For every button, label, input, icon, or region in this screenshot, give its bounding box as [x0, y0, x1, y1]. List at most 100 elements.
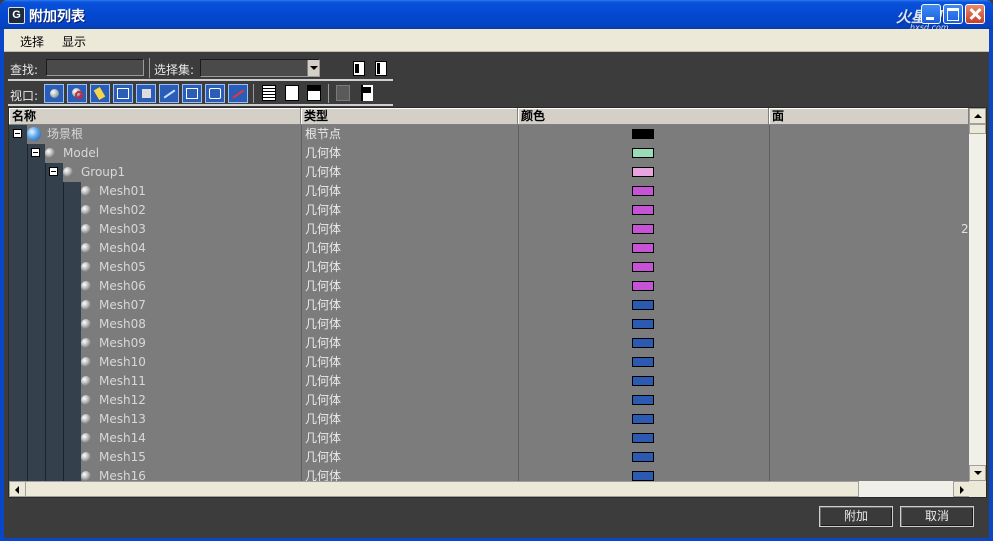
color-swatch[interactable]: [632, 148, 654, 158]
color-swatch[interactable]: [632, 357, 654, 367]
color-swatch[interactable]: [632, 129, 654, 139]
select-all-icon[interactable]: [353, 61, 365, 76]
table-row[interactable]: Group1 几何体: [9, 163, 969, 182]
table-row[interactable]: Mesh04 几何体: [9, 239, 969, 258]
close-button[interactable]: [965, 4, 985, 24]
color-swatch[interactable]: [632, 281, 654, 291]
group-icon[interactable]: [182, 84, 202, 103]
table-row[interactable]: Mesh15 几何体: [9, 448, 969, 467]
color-swatch[interactable]: [632, 262, 654, 272]
color-swatch[interactable]: [632, 186, 654, 196]
scroll-thumb-horizontal[interactable]: [25, 481, 859, 497]
selection-set-dropdown[interactable]: [200, 59, 320, 77]
color-swatch[interactable]: [632, 338, 654, 348]
object-list[interactable]: 名称 类型 颜色 面 场景根 根节点 Model 几何体 Group1 几何体 Mesh01…: [8, 107, 987, 498]
row-name: Model: [63, 146, 100, 160]
tree-guide: [63, 334, 64, 353]
light-icon[interactable]: [90, 84, 110, 103]
table-row[interactable]: Mesh03 几何体 2: [9, 220, 969, 239]
select-none-icon[interactable]: [375, 61, 387, 76]
color-swatch[interactable]: [632, 224, 654, 234]
tree-guide: [27, 448, 28, 467]
color-swatch[interactable]: [632, 471, 654, 481]
color-swatch[interactable]: [632, 395, 654, 405]
color-swatch[interactable]: [632, 376, 654, 386]
row-type: 几何体: [305, 298, 342, 312]
node-icon: [81, 243, 91, 253]
chevron-down-icon[interactable]: [307, 60, 319, 76]
horizontal-scrollbar[interactable]: [9, 481, 970, 497]
shape-icon[interactable]: [67, 84, 87, 103]
tree-guide: [27, 144, 28, 163]
node-icon: [81, 300, 91, 310]
list-none-icon[interactable]: [285, 85, 299, 101]
color-swatch[interactable]: [632, 452, 654, 462]
toolbar-divider: [8, 79, 393, 81]
table-row[interactable]: Mesh14 几何体: [9, 429, 969, 448]
tree-guide: [45, 429, 46, 448]
maximize-button[interactable]: [943, 4, 963, 24]
tree-guide: [63, 315, 64, 334]
geometry-icon[interactable]: [44, 84, 64, 103]
row-name: Mesh13: [99, 412, 146, 426]
display-subtree-icon[interactable]: [336, 85, 350, 101]
scroll-left-icon[interactable]: [9, 481, 26, 497]
column-header-color[interactable]: 颜色: [518, 108, 769, 125]
bone-icon[interactable]: [228, 84, 248, 103]
color-swatch[interactable]: [632, 319, 654, 329]
toolbar-separator: [253, 84, 254, 103]
attach-button[interactable]: 附加: [819, 506, 893, 527]
scroll-right-icon[interactable]: [953, 481, 970, 497]
vertical-scrollbar[interactable]: [969, 108, 986, 481]
spacewarp-icon[interactable]: [159, 84, 179, 103]
xref-icon[interactable]: [205, 84, 225, 103]
tree-guide: [63, 410, 64, 429]
table-row[interactable]: Mesh05 几何体: [9, 258, 969, 277]
table-row[interactable]: Mesh08 几何体: [9, 315, 969, 334]
tree-guide: [63, 277, 64, 296]
table-row[interactable]: Mesh02 几何体: [9, 201, 969, 220]
table-row[interactable]: Mesh12 几何体: [9, 391, 969, 410]
menu-display[interactable]: 显示: [62, 33, 86, 50]
scroll-up-icon[interactable]: [969, 108, 986, 124]
table-row[interactable]: Mesh09 几何体: [9, 334, 969, 353]
column-header-faces[interactable]: 面: [769, 108, 969, 125]
table-row[interactable]: Model 几何体: [9, 144, 969, 163]
column-header-name[interactable]: 名称: [9, 108, 301, 125]
camera-icon[interactable]: [113, 84, 133, 103]
list-all-icon[interactable]: [262, 85, 276, 101]
title-bar[interactable]: G 附加列表 火星网 hxsd.com: [0, 0, 993, 32]
helper-icon[interactable]: [136, 84, 156, 103]
column-header-type[interactable]: 类型: [301, 108, 518, 125]
table-row[interactable]: Mesh11 几何体: [9, 372, 969, 391]
find-input[interactable]: [46, 59, 144, 76]
collapse-icon[interactable]: [49, 167, 58, 176]
list-invert-icon[interactable]: [307, 85, 321, 101]
collapse-icon[interactable]: [13, 129, 22, 138]
color-swatch[interactable]: [632, 205, 654, 215]
node-icon: [81, 262, 91, 272]
color-swatch[interactable]: [632, 414, 654, 424]
column-divider: [518, 125, 519, 485]
scroll-down-icon[interactable]: [969, 465, 986, 481]
menu-select[interactable]: 选择: [20, 33, 44, 50]
table-row[interactable]: 场景根 根节点: [9, 125, 969, 144]
minimize-button[interactable]: [921, 4, 941, 24]
table-row[interactable]: Mesh13 几何体: [9, 410, 969, 429]
cancel-button[interactable]: 取消: [900, 506, 974, 527]
collapse-icon[interactable]: [31, 148, 40, 157]
scroll-thumb[interactable]: [969, 124, 986, 134]
table-row[interactable]: Mesh07 几何体: [9, 296, 969, 315]
color-swatch[interactable]: [632, 433, 654, 443]
window-title: 附加列表: [29, 9, 85, 25]
color-swatch[interactable]: [632, 300, 654, 310]
select-dependents-icon[interactable]: [361, 85, 373, 101]
tree-guide: [45, 277, 46, 296]
table-row[interactable]: Mesh10 几何体: [9, 353, 969, 372]
table-row[interactable]: Mesh01 几何体: [9, 182, 969, 201]
color-swatch[interactable]: [632, 243, 654, 253]
table-row[interactable]: Mesh06 几何体: [9, 277, 969, 296]
color-swatch[interactable]: [632, 167, 654, 177]
row-faces: 2: [961, 222, 969, 236]
tree-guide: [27, 372, 28, 391]
